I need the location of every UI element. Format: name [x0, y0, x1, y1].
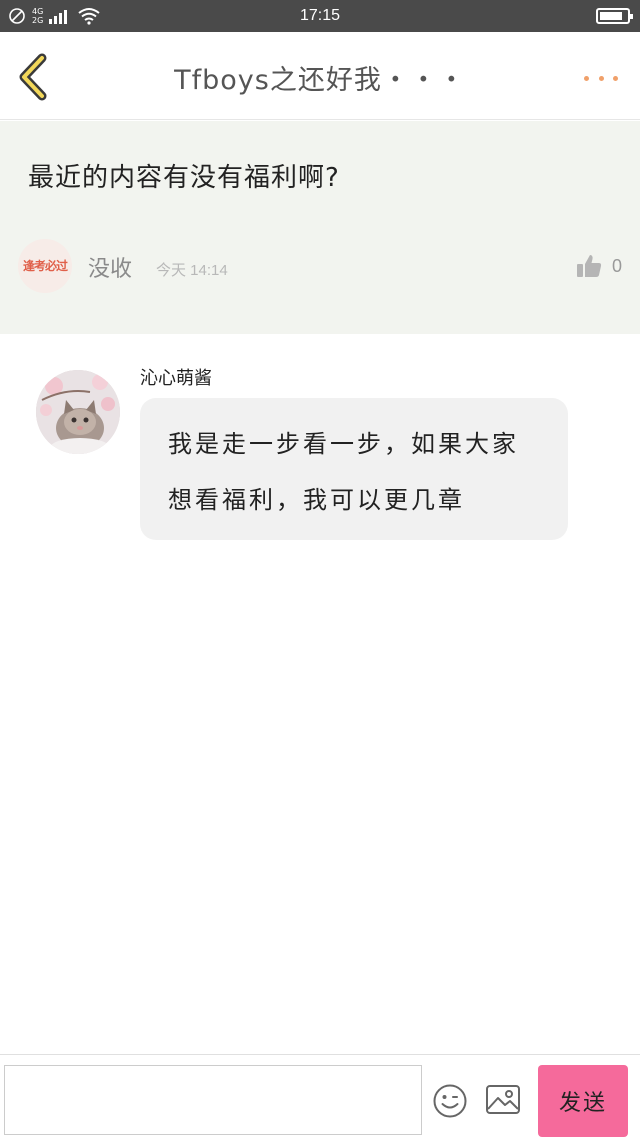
status-time: 17:15 [299, 7, 341, 24]
cat-photo-icon [36, 370, 120, 454]
more-dots-icon [613, 75, 618, 81]
more-button[interactable] [584, 68, 618, 88]
post-card: 最近的内容有没有福利啊? 逢考必过 没收 今天 14:14 0 [0, 121, 640, 334]
post-author[interactable]: 没收 [88, 251, 132, 283]
comment-username[interactable]: 沁心萌酱 [140, 364, 212, 390]
emoji-button[interactable] [432, 1083, 468, 1119]
post-time: 今天 14:14 [156, 262, 228, 279]
compose-bar: 发送 [0, 1054, 640, 1138]
back-button[interactable] [12, 52, 56, 102]
comment-input[interactable] [4, 1065, 422, 1135]
author-avatar[interactable]: 逢考必过 [18, 239, 72, 293]
status-bar: 4G 2G 17:15 [0, 0, 640, 32]
comment-bubble: 我是走一步看一步，如果大家想看福利，我可以更几章 [140, 398, 568, 540]
more-dots-icon [598, 75, 604, 81]
header: Tfboys之还好我・・・ [0, 32, 640, 120]
battery-level [600, 12, 622, 20]
commenter-avatar[interactable] [36, 370, 120, 454]
image-icon [486, 1085, 520, 1114]
image-button[interactable] [485, 1083, 521, 1117]
post-title: 最近的内容有没有福利啊? [28, 163, 340, 193]
page-title: Tfboys之还好我・・・ [174, 65, 466, 96]
avatar-text: 逢考必过 [22, 259, 68, 273]
like-button[interactable]: 0 [576, 251, 622, 281]
more-dots-icon [584, 75, 589, 81]
like-count: 0 [611, 255, 622, 276]
smiley-icon [433, 1084, 467, 1118]
chevron-left-icon [19, 53, 47, 101]
battery-icon [596, 8, 633, 24]
thumbs-up-icon [576, 255, 602, 277]
send-button[interactable]: 发送 [538, 1065, 628, 1137]
